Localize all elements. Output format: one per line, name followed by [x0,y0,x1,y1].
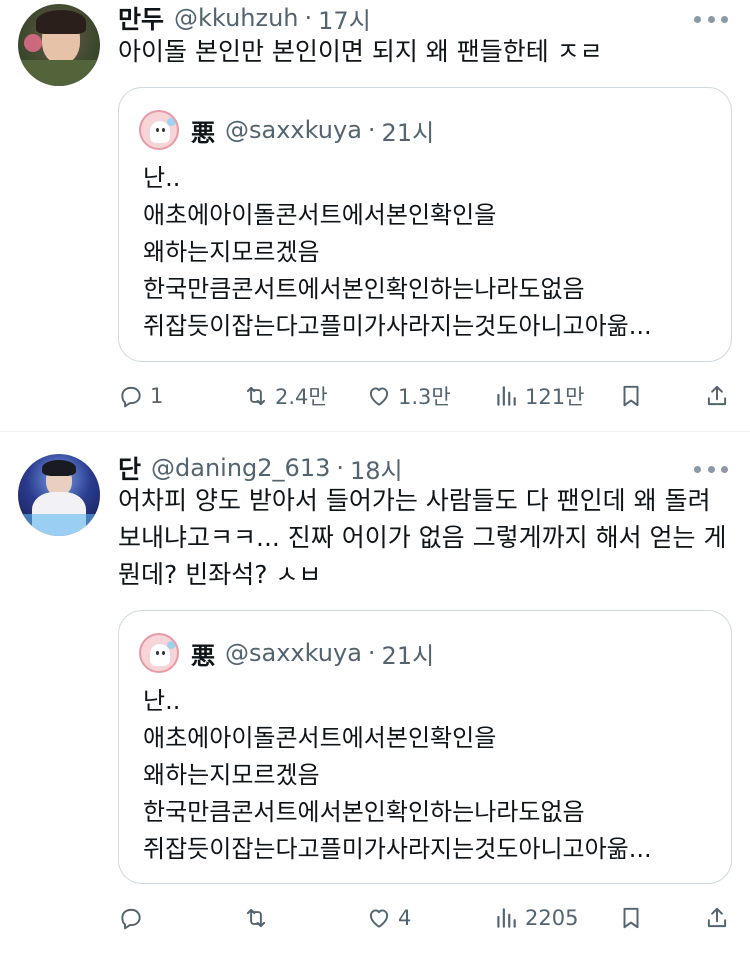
quote-line: 왜하는지모르겠음 [143,238,320,266]
like-count: 4 [398,906,412,930]
views-icon [497,386,516,406]
like-count: 1.3만 [398,385,451,409]
like-button[interactable]: 1.3만 [366,378,451,414]
bookmark-button[interactable] [618,900,650,936]
share-icon [707,907,727,928]
quote-timestamp: 21시 [381,641,435,670]
quoted-tweet[interactable]: 悪 @saxxkuya · 21시 난.. 애초에아이돌콘서트에서본인확인을 왜… [118,610,732,884]
like-icon [369,387,389,406]
avatar[interactable] [18,4,100,86]
like-button[interactable]: 4 [366,900,411,936]
retweet-icon [246,908,266,928]
quote-line: 왜하는지모르겠음 [143,761,320,789]
quote-avatar[interactable] [139,633,179,673]
reply-button[interactable]: 1 [118,378,163,414]
separator: · [336,454,344,482]
action-bar: 1 2.4만 1.3만 121만 [118,378,738,414]
reply-icon [121,908,141,930]
avatar[interactable] [18,454,100,536]
quote-line: 애초에아이돌콘서트에서본인확인을 [143,724,497,752]
tweet[interactable]: 만두 @kkuhzuh · 17시 아이돌 본인만 본인이면 되지 왜 팬들한테… [0,0,750,430]
quote-author-name: 悪 [191,118,215,147]
timestamp[interactable]: 17시 [318,1,371,36]
quote-line: 한국만큼콘서트에서본인확인하는나라도없음 [143,275,585,303]
separator: · [304,4,313,32]
more-icon[interactable] [694,452,728,486]
quote-author-name: 悪 [191,641,215,670]
reply-icon [121,386,141,408]
timestamp[interactable]: 18시 [350,451,403,486]
tweet-text: 어차피 양도 받아서 들어가는 사람들도 다 팬인데 왜 돌려보내냐고ㅋㅋ...… [118,486,727,589]
quote-line: 난.. [143,687,181,715]
author-name[interactable]: 단 [118,450,141,486]
retweet-count: 2.4만 [275,385,328,409]
share-button[interactable] [704,378,736,414]
views-button[interactable]: 121만 [493,378,584,414]
author-handle[interactable]: @kkuhzuh [174,4,299,32]
author-name[interactable]: 만두 [118,0,164,36]
views-icon [497,908,516,928]
retweet-icon [246,386,266,406]
views-button[interactable]: 2205 [493,900,578,936]
like-icon [369,909,389,928]
quote-author-handle: @saxxkuya [225,639,362,667]
share-button[interactable] [704,900,736,936]
author-handle[interactable]: @daning2_613 [151,454,330,482]
quote-line: 쥐잡듯이잡는다고플미가사라지는것도아니고아욺... [143,312,652,340]
retweet-button[interactable] [243,900,275,936]
quote-line: 한국만큼콘서트에서본인확인하는나라도없음 [143,798,585,826]
tweet-text: 아이돌 본인만 본인이면 되지 왜 팬들한테 ㅈㄹ [118,37,603,66]
quote-line: 애초에아이돌콘서트에서본인확인을 [143,201,497,229]
quote-line: 난.. [143,164,181,192]
quote-author-handle: @saxxkuya [225,116,362,144]
tweet[interactable]: 단 @daning2_613 · 18시 어차피 양도 받아서 들어가는 사람들… [0,432,750,960]
separator: · [367,639,376,667]
quote-text: 난.. 애초에아이돌콘서트에서본인확인을 왜하는지모르겠음 한국만큼콘서트에서본… [143,160,713,345]
quote-avatar[interactable] [139,110,179,150]
more-icon[interactable] [694,2,728,36]
bookmark-icon [623,907,639,929]
quote-timestamp: 21시 [381,118,435,147]
quote-text: 난.. 애초에아이돌콘서트에서본인확인을 왜하는지모르겠음 한국만큼콘서트에서본… [143,683,713,868]
quoted-tweet[interactable]: 悪 @saxxkuya · 21시 난.. 애초에아이돌콘서트에서본인확인을 왜… [118,87,732,362]
views-count: 2205 [525,906,579,930]
views-count: 121만 [525,385,585,409]
reply-count: 1 [150,384,164,408]
bookmark-button[interactable] [618,378,650,414]
retweet-button[interactable]: 2.4만 [243,378,328,414]
share-icon [707,385,727,406]
action-bar: 4 2205 [118,900,738,936]
reply-button[interactable] [118,900,150,936]
bookmark-icon [623,385,639,407]
quote-line: 쥐잡듯이잡는다고플미가사라지는것도아니고아욺... [143,835,652,863]
separator: · [367,116,376,144]
